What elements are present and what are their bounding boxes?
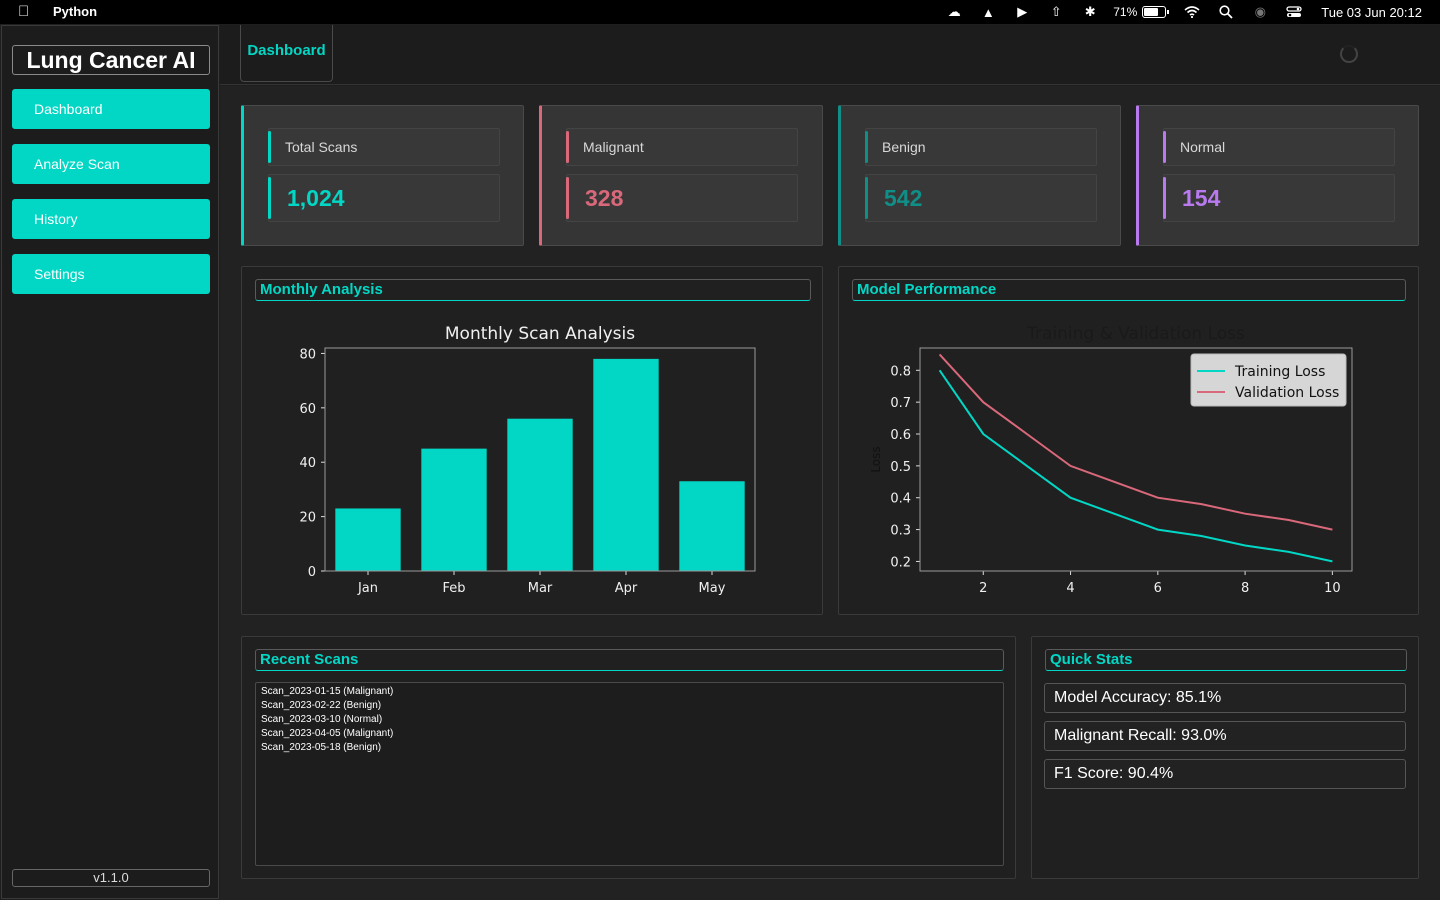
menu-bar:  Python ☁ ▲ ▶ ⇧ ✱ 71% ◉ Tue 03 Jun 20:1… — [0, 0, 1440, 24]
stat-value: 154 — [1163, 174, 1395, 222]
stat-label: Benign — [865, 128, 1097, 166]
y-axis-label: Loss — [869, 446, 883, 472]
recent-scans-list[interactable]: Scan_2023-01-15 (Malignant) Scan_2023-02… — [255, 682, 1004, 866]
battery-indicator[interactable]: 71% — [1113, 5, 1170, 19]
search-icon[interactable] — [1215, 3, 1237, 21]
model-performance-panel: Model Performance Training & Validation … — [838, 266, 1419, 615]
y-tick-label: 40 — [299, 456, 316, 471]
battery-percent: 71% — [1113, 5, 1138, 19]
x-tick-label: 10 — [1324, 581, 1341, 596]
stat-value: 328 — [566, 174, 798, 222]
menu-clock[interactable]: Tue 03 Jun 20:12 — [1321, 5, 1422, 20]
stat-label: Total Scans — [268, 128, 500, 166]
chart-bar — [593, 358, 659, 571]
sidebar-item-dashboard[interactable]: Dashboard — [12, 89, 210, 129]
x-tick-label: Apr — [615, 581, 638, 596]
sidebar-item-history[interactable]: History — [12, 199, 210, 239]
play-circle-icon[interactable]: ▶ — [1011, 3, 1033, 21]
legend-label: Validation Loss — [1235, 385, 1339, 401]
x-tick-label: 6 — [1154, 581, 1162, 596]
y-tick-label: 20 — [299, 511, 316, 526]
chart-title: Monthly Scan Analysis — [445, 324, 635, 344]
loading-spinner-icon — [1340, 45, 1358, 63]
monthly-analysis-panel: Monthly Analysis Monthly Scan Analysis Ja… — [241, 266, 823, 615]
monthly-bar-chart: Monthly Scan Analysis Jan Feb Mar Apr May 0 20 4… — [299, 324, 756, 596]
quick-stat-recall: Malignant Recall: 93.0% — [1044, 721, 1406, 751]
battery-icon — [1142, 6, 1167, 18]
stat-label: Normal — [1163, 128, 1395, 166]
y-tick-label: 0.3 — [890, 524, 911, 539]
chart-bar — [421, 448, 487, 571]
y-tick-label: 80 — [299, 347, 316, 362]
panel-title: Quick Stats — [1045, 649, 1407, 671]
bluetooth-icon[interactable]: ✱ — [1079, 3, 1101, 21]
chart-title: Training & Validation Loss — [1026, 324, 1245, 344]
chart-bar — [335, 508, 401, 571]
top-bar: Dashboard — [220, 25, 1440, 85]
quick-stat-accuracy: Model Accuracy: 85.1% — [1044, 683, 1406, 713]
stat-card-benign: Benign 542 — [838, 105, 1121, 246]
app-logo: Lung Cancer AI — [12, 45, 210, 75]
x-tick-label: Mar — [528, 581, 553, 596]
list-item[interactable]: Scan_2023-05-18 (Benign) — [261, 741, 998, 755]
sidebar: Lung Cancer AI Dashboard Analyze Scan Hi… — [1, 25, 219, 899]
stat-value: 1,024 — [268, 174, 500, 222]
wifi-icon[interactable] — [1181, 3, 1203, 21]
x-tick-label: Jan — [357, 581, 378, 596]
y-tick-label: 0.4 — [890, 492, 911, 507]
chart-bar — [507, 418, 573, 571]
x-tick-label: 8 — [1241, 581, 1249, 596]
quick-stat-f1: F1 Score: 90.4% — [1044, 759, 1406, 789]
apple-icon[interactable]:  — [18, 3, 29, 20]
tab-dashboard[interactable]: Dashboard — [240, 25, 333, 82]
y-tick-label: 0.5 — [890, 460, 911, 475]
cloud-sync-icon[interactable]: ☁ — [943, 3, 965, 21]
airdrop-icon[interactable]: ◉ — [1249, 3, 1271, 21]
y-tick-label: 0 — [308, 565, 316, 580]
list-item[interactable]: Scan_2023-04-05 (Malignant) — [261, 727, 998, 741]
traffic-cone-icon[interactable]: ▲ — [977, 3, 999, 21]
x-tick-label: 4 — [1066, 581, 1074, 596]
y-tick-label: 0.7 — [890, 396, 911, 411]
loss-line-chart: Training & Validation Loss Loss 2 4 6 8 10 0.2 0… — [869, 324, 1353, 596]
stat-value: 542 — [865, 174, 1097, 222]
panel-title: Recent Scans — [255, 649, 1004, 671]
x-tick-label: Feb — [442, 581, 465, 596]
legend-label: Training Loss — [1234, 364, 1325, 380]
menu-app-name[interactable]: Python — [53, 4, 97, 19]
stat-label: Malignant — [566, 128, 798, 166]
stat-card-normal: Normal 154 — [1136, 105, 1419, 246]
sidebar-item-settings[interactable]: Settings — [12, 254, 210, 294]
y-tick-label: 0.8 — [890, 364, 911, 379]
list-item[interactable]: Scan_2023-03-10 (Normal) — [261, 713, 998, 727]
version-label: v1.1.0 — [12, 869, 210, 887]
list-item[interactable]: Scan_2023-02-22 (Benign) — [261, 699, 998, 713]
quick-stats-panel: Quick Stats Model Accuracy: 85.1% Malign… — [1031, 636, 1419, 879]
y-tick-label: 0.6 — [890, 428, 911, 443]
list-item[interactable]: Scan_2023-01-15 (Malignant) — [261, 685, 998, 699]
stat-card-malignant: Malignant 328 — [539, 105, 823, 246]
x-tick-label: 2 — [979, 581, 987, 596]
y-tick-label: 0.2 — [890, 555, 911, 570]
status-area: ☁ ▲ ▶ ⇧ ✱ 71% ◉ Tue 03 Jun 20:12 — [937, 0, 1440, 24]
chart-bar — [679, 481, 745, 571]
recent-scans-panel: Recent Scans Scan_2023-01-15 (Malignant)… — [241, 636, 1016, 879]
y-tick-label: 60 — [299, 402, 316, 417]
main-content: Total Scans 1,024 Malignant 328 Benign 5… — [220, 86, 1440, 900]
upload-tray-icon[interactable]: ⇧ — [1045, 3, 1067, 21]
x-tick-label: May — [699, 581, 726, 596]
control-center-icon[interactable] — [1283, 3, 1305, 21]
stat-card-total-scans: Total Scans 1,024 — [241, 105, 524, 246]
sidebar-item-analyze-scan[interactable]: Analyze Scan — [12, 144, 210, 184]
